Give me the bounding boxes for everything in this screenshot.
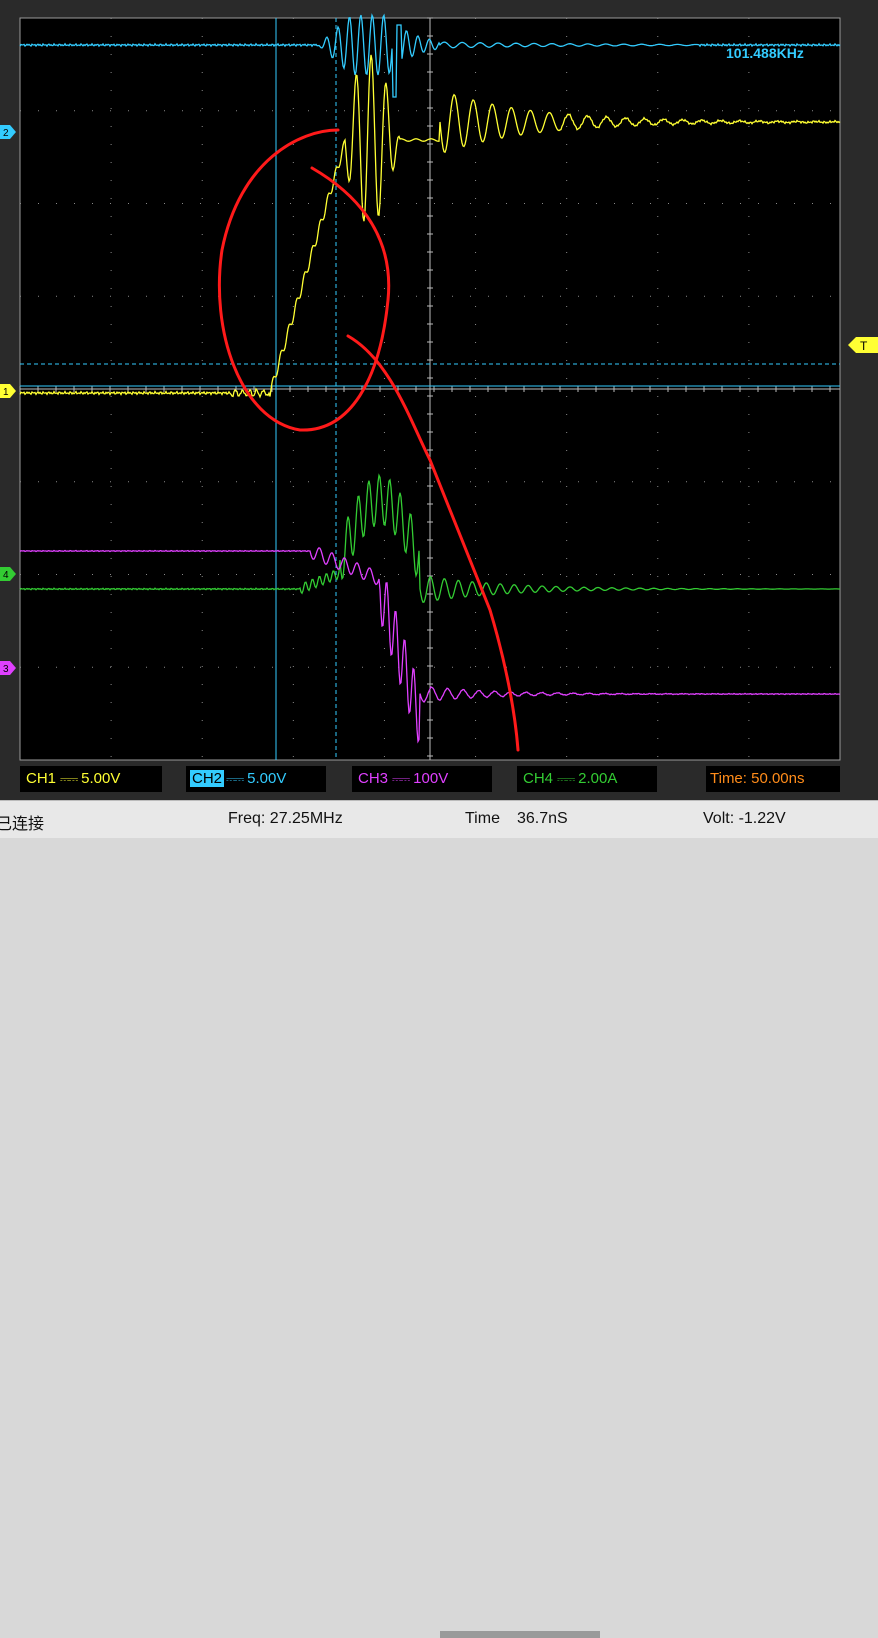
- time-status-label: Time: [465, 810, 500, 827]
- ch4-scale-label[interactable]: CH4 ⎓⎓ 2.00A: [517, 766, 657, 792]
- ch2-scale: 5.00V: [247, 770, 287, 787]
- ch3-scale-label[interactable]: CH3 ⎓⎓ 100V: [352, 766, 492, 792]
- freq-status: Freq: 27.25MHz: [228, 810, 343, 827]
- ch3-marker-text: 3: [3, 664, 9, 675]
- ch2-name: CH2: [190, 770, 225, 787]
- frequency-readout: 101.488KHz: [726, 45, 804, 61]
- horizontal-scrollbar[interactable]: [440, 1631, 600, 1638]
- ch1-name: CH1: [26, 770, 57, 787]
- trigger-marker-text: T: [860, 339, 868, 353]
- ch2-scale-label[interactable]: CH2 ⎓⎓ 5.00V: [186, 766, 326, 792]
- timebase-label[interactable]: Time: 50.00ns: [706, 766, 840, 792]
- dc-coupling-icon: ⎓⎓: [60, 772, 78, 786]
- scope-window: 2143T 101.488KHz CH1 ⎓⎓ 5.00V CH2 ⎓⎓ 5.00V C…: [0, 0, 878, 800]
- ch4-marker-text: 4: [3, 570, 9, 581]
- time-status-value: 36.7nS: [517, 810, 568, 827]
- ch4-name: CH4: [523, 770, 554, 787]
- ch3-name: CH3: [358, 770, 389, 787]
- scope-display[interactable]: 2 1 4 3 T: [0, 0, 878, 800]
- ch3-scale: 100V: [413, 770, 449, 787]
- ch4-scale: 2.00A: [578, 770, 618, 787]
- dc-coupling-icon: ⎓⎓: [226, 772, 244, 786]
- dc-coupling-icon: ⎓⎓: [557, 772, 575, 786]
- status-bar: 已连接 Freq: 27.25MHz Time 36.7nS Volt: -1.…: [0, 800, 878, 1638]
- ch1-scale: 5.00V: [81, 770, 121, 787]
- volt-status: Volt: -1.22V: [703, 810, 786, 827]
- connection-status: 已连接: [0, 816, 45, 833]
- ch1-scale-label[interactable]: CH1 ⎓⎓ 5.00V: [20, 766, 162, 792]
- ch2-marker-text: 2: [3, 128, 9, 139]
- dc-coupling-icon: ⎓⎓: [392, 772, 410, 786]
- ch1-marker-text: 1: [3, 387, 9, 398]
